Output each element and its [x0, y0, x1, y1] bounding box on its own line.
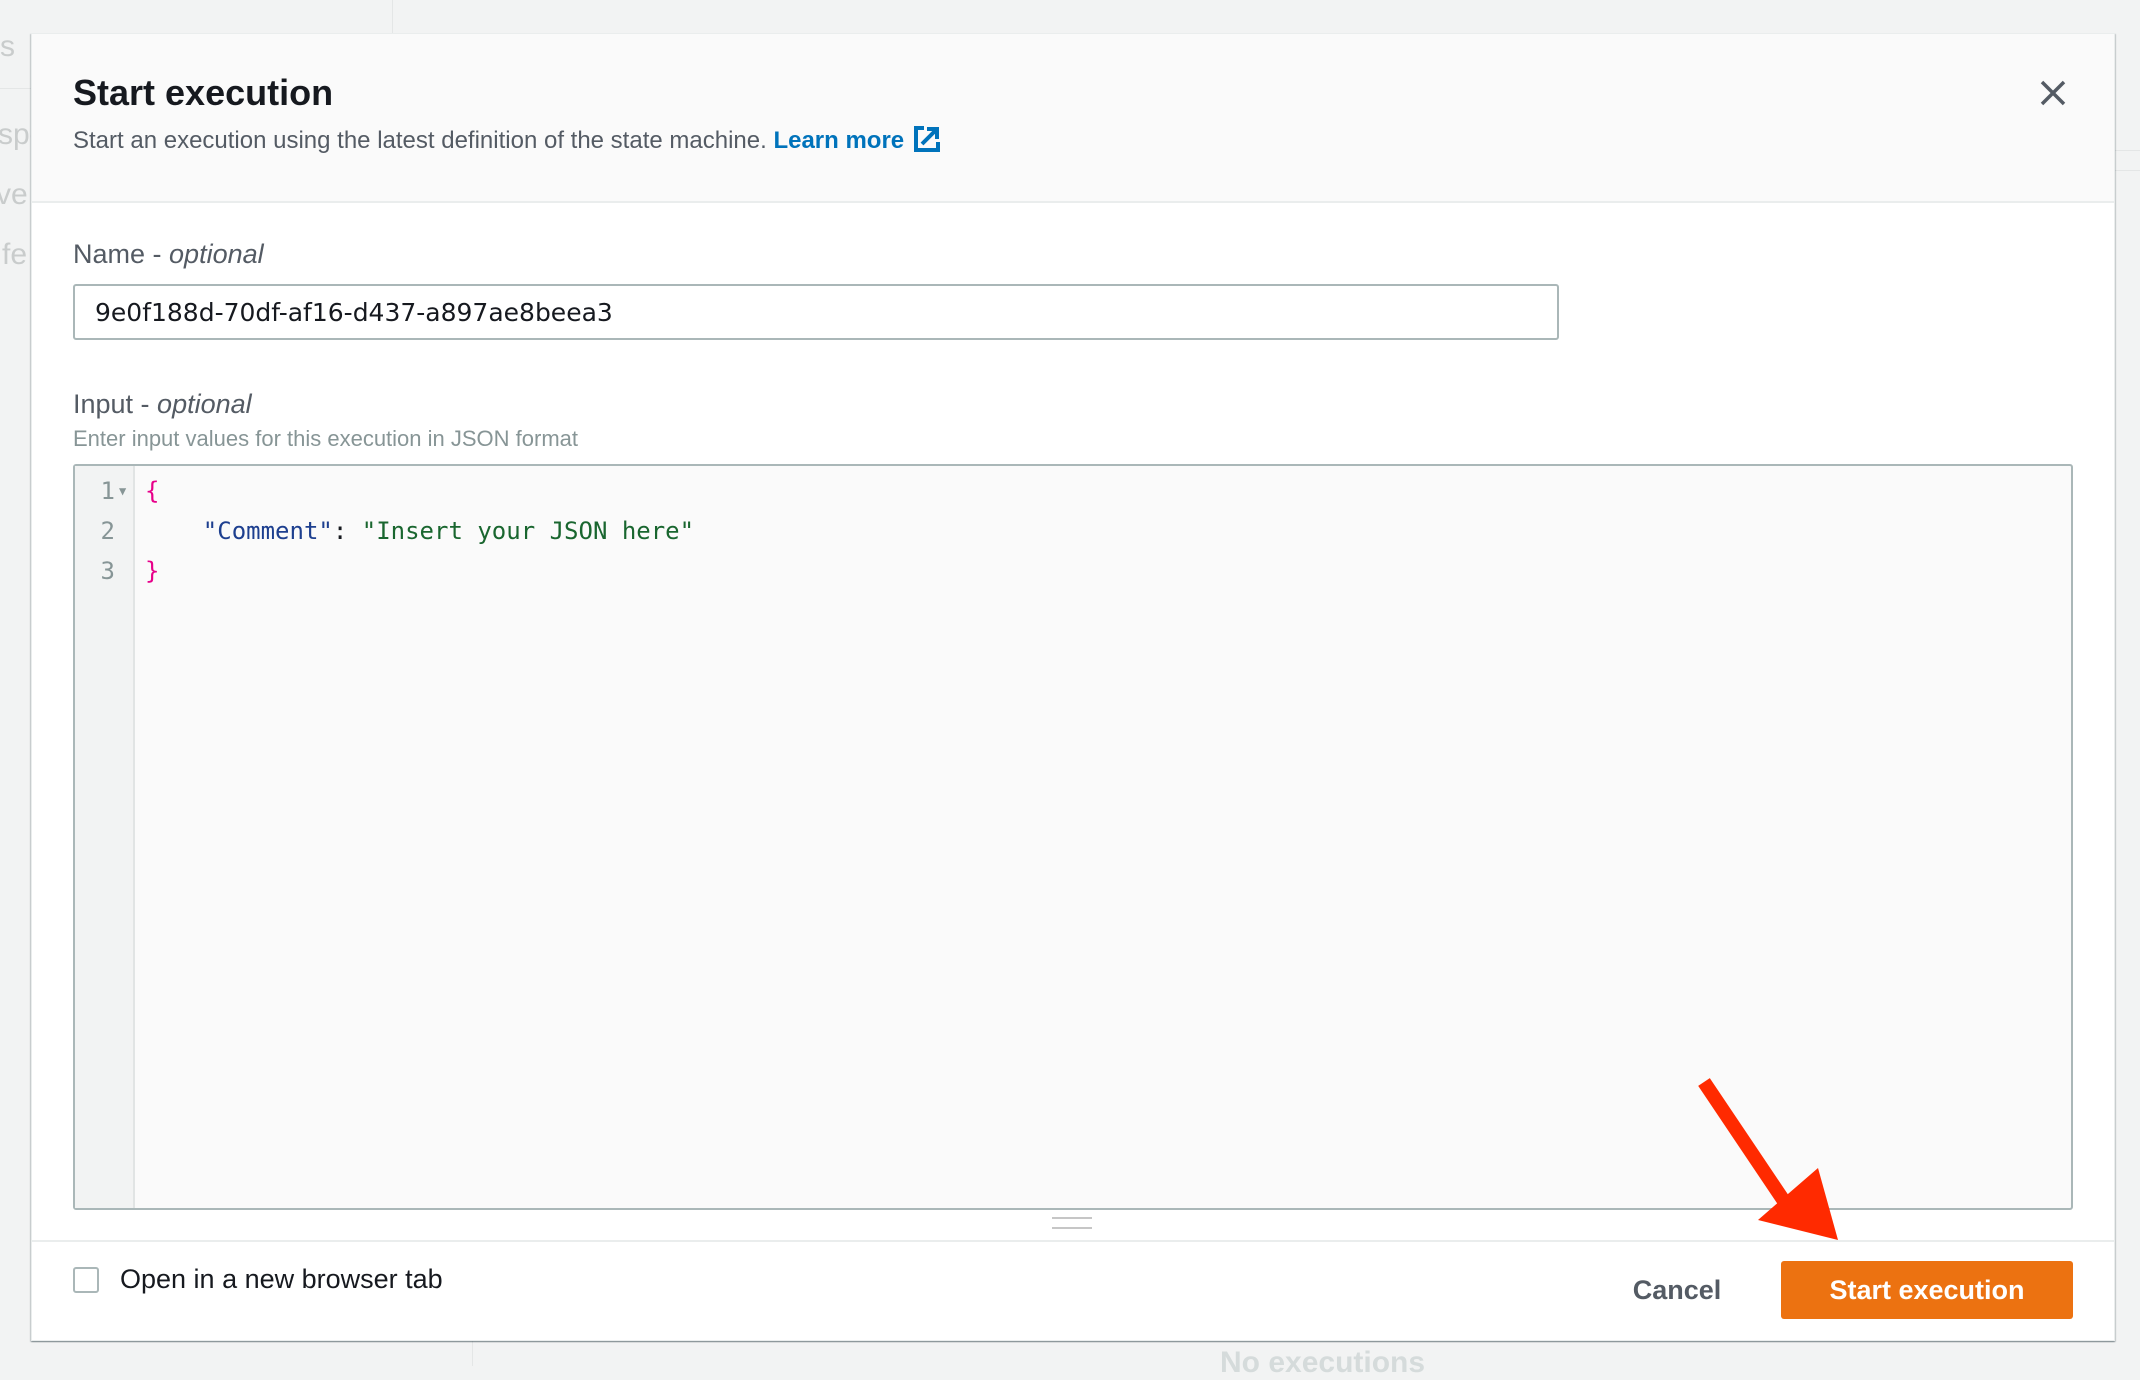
- name-label-text: Name -: [73, 239, 170, 269]
- start-execution-modal: Start execution Start an execution using…: [31, 33, 2115, 1341]
- cancel-button[interactable]: Cancel: [1622, 1261, 1732, 1319]
- learn-more-link[interactable]: Learn more: [773, 124, 942, 154]
- background-divider: [2113, 170, 2140, 171]
- line-number: 2: [100, 517, 115, 545]
- modal-subtitle: Start an execution using the latest defi…: [73, 124, 942, 155]
- json-value: "Insert your JSON here": [361, 517, 695, 545]
- background-column-divider: [472, 1340, 473, 1366]
- name-input[interactable]: [73, 284, 1559, 340]
- editor-resize-handle[interactable]: [1052, 1217, 1092, 1231]
- json-colon: :: [332, 517, 362, 545]
- background-divider: [0, 88, 32, 89]
- subtitle-text: Start an execution using the latest defi…: [73, 127, 767, 154]
- start-execution-button[interactable]: Start execution: [1781, 1261, 2073, 1319]
- close-button[interactable]: [2038, 78, 2068, 108]
- code-line: "Comment": "Insert your JSON here": [145, 511, 694, 551]
- editor-gutter: 1 ▼ 2 3: [75, 466, 135, 1208]
- fold-arrow-icon[interactable]: ▼: [119, 471, 126, 511]
- open-new-tab-label[interactable]: Open in a new browser tab: [120, 1264, 443, 1295]
- modal-title: Start execution: [73, 72, 334, 113]
- optional-tag: optional: [157, 389, 252, 419]
- modal-header: Start execution Start an execution using…: [32, 34, 2114, 203]
- background-divider: [2113, 150, 2140, 151]
- open-new-tab-checkbox[interactable]: [73, 1267, 99, 1293]
- input-label-text: Input -: [73, 389, 158, 419]
- input-field-description: Enter input values for this execution in…: [73, 426, 579, 451]
- name-field-label: Name - optional: [73, 239, 264, 270]
- json-key: "Comment": [202, 517, 333, 545]
- code-line: {: [145, 471, 159, 511]
- json-editor[interactable]: 1 ▼ 2 3 { "Comment": "Insert your JSON h…: [73, 464, 2073, 1210]
- input-field-label: Input - optional: [73, 389, 252, 420]
- background-text: fe: [2, 238, 28, 271]
- open-brace: {: [145, 477, 160, 505]
- line-number: 1: [100, 477, 115, 505]
- footer-divider: [32, 1240, 2114, 1242]
- background-text: s: [0, 30, 15, 63]
- line-number: 3: [100, 557, 115, 585]
- background-column-divider: [392, 0, 393, 33]
- background-empty-state-text: No executions: [1220, 1346, 1426, 1379]
- background-text: ve: [0, 178, 28, 211]
- close-brace: }: [145, 557, 160, 585]
- learn-more-label: Learn more: [773, 127, 905, 154]
- external-link-icon: [912, 124, 942, 154]
- optional-tag: optional: [169, 239, 264, 269]
- close-icon: [2040, 80, 2066, 106]
- code-line: }: [145, 551, 159, 591]
